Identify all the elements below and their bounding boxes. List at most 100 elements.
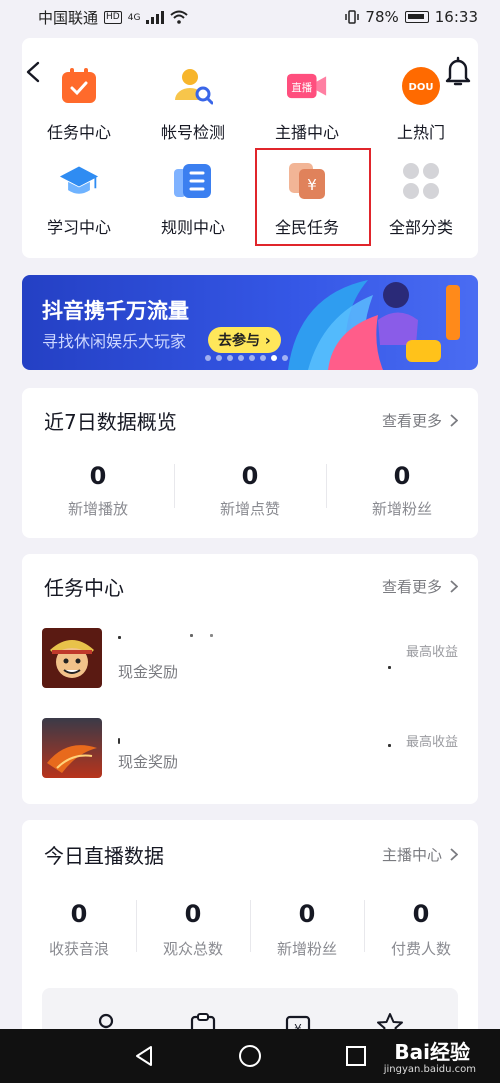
stat-new-fans: 0 新增粉丝 <box>326 462 478 519</box>
tool-label: 上热门 <box>396 123 445 142</box>
graduation-cap-icon <box>59 161 99 201</box>
carousel-dot <box>205 355 211 361</box>
account-check-icon <box>173 66 213 106</box>
task-max-earning: 最高收益 <box>405 645 458 660</box>
rules-doc-icon <box>173 161 213 201</box>
clock: 16:33 <box>434 8 478 26</box>
stat-label: 新增粉丝 <box>276 940 337 958</box>
stat-label: 观众总数 <box>162 940 223 958</box>
chevron-right-icon <box>450 848 458 861</box>
carrier-label: 中国联通 <box>38 8 99 27</box>
banner-join-button[interactable]: 去参与 › <box>208 327 281 353</box>
watermark-url: jingyan.baidu.com <box>383 1064 476 1075</box>
task-reward: 现金奖励 <box>118 753 179 771</box>
task-reward: 现金奖励 <box>118 663 179 681</box>
live-stat-new-fans: 0 新增粉丝 <box>250 900 364 959</box>
tool-anchor-center[interactable]: 直播 主播中心 <box>250 56 364 148</box>
hd-badge: HD <box>104 10 122 24</box>
banner-title: 抖音携千万流量 <box>42 299 189 323</box>
chevron-right-icon <box>450 414 458 427</box>
tool-all-categories[interactable]: 全部分类 <box>364 151 478 243</box>
tool-account-check[interactable]: 帐号检测 <box>136 56 250 148</box>
banner-illustration <box>288 280 460 370</box>
highlight-box <box>255 148 371 246</box>
redacted-mark <box>388 666 391 669</box>
dou-plus-icon: DOU <box>401 66 441 106</box>
live-data-title: 今日直播数据 <box>44 844 164 868</box>
stat-label: 新增点赞 <box>219 500 280 518</box>
svg-text:直播: 直播 <box>291 81 312 94</box>
redacted-mark <box>388 744 391 747</box>
more-label: 查看更多 <box>381 412 442 430</box>
stat-value: 0 <box>184 900 202 928</box>
tool-label: 学习中心 <box>46 218 111 237</box>
carousel-dot <box>282 355 288 361</box>
signal-icon <box>146 10 165 24</box>
nav-recents-icon[interactable] <box>344 1044 368 1068</box>
tool-task-center[interactable]: 任务中心 <box>22 56 136 148</box>
overview-title: 近7日数据概览 <box>44 410 177 434</box>
live-stat-sound-waves: 0 收获音浪 <box>22 900 136 959</box>
tools-card: 任务中心 帐号检测 直播 主播中心 DOU 上热门 学习中心 规则中心 ¥ 全民 <box>22 38 478 258</box>
watermark-logo: Bai经验 <box>394 1040 470 1064</box>
anchor-center-link[interactable]: 主播中心 <box>382 844 458 865</box>
nav-home-icon[interactable] <box>238 1044 262 1068</box>
tool-learning-center[interactable]: 学习中心 <box>22 151 136 243</box>
overview-more-link[interactable]: 查看更多 <box>382 410 458 431</box>
task-more-link[interactable]: 查看更多 <box>382 576 458 597</box>
carousel-dots <box>205 355 288 361</box>
stat-value: 0 <box>70 900 88 928</box>
stat-value: 0 <box>241 462 259 490</box>
carousel-dot <box>238 355 244 361</box>
task-center-card: 任务中心 查看更多 现金奖励 最高收益 现金奖励 最高收益 <box>22 554 478 804</box>
task-thumbnail <box>42 628 102 688</box>
task-calendar-icon <box>59 66 99 106</box>
status-bar: 中国联通 HD 4G 78% 16:33 <box>0 0 500 34</box>
stat-value: 0 <box>89 462 107 490</box>
battery-percent: 78% <box>365 8 399 26</box>
task-thumbnail <box>42 718 102 778</box>
task-item[interactable]: 现金奖励 最高收益 <box>42 718 458 780</box>
live-camera-icon: 直播 <box>287 66 327 106</box>
carousel-dot <box>227 355 233 361</box>
stat-value: 0 <box>412 900 430 928</box>
battery-icon <box>404 11 429 23</box>
redacted-mark <box>210 634 213 637</box>
tool-dou-plus[interactable]: DOU 上热门 <box>364 56 478 148</box>
carousel-dot <box>249 355 255 361</box>
tool-label: 规则中心 <box>160 218 225 237</box>
stat-label: 新增粉丝 <box>371 500 432 518</box>
redacted-mark <box>118 636 121 639</box>
task-item[interactable]: 现金奖励 最高收益 <box>42 628 458 690</box>
overview-card: 近7日数据概览 查看更多 0 新增播放 0 新增点赞 0 新增粉丝 <box>22 388 478 538</box>
stat-label: 收获音浪 <box>48 940 109 958</box>
redacted-mark <box>190 634 193 637</box>
stat-value: 0 <box>298 900 316 928</box>
promo-banner[interactable]: 抖音携千万流量 寻找休闲娱乐大玩家 去参与 › <box>22 275 478 370</box>
stat-new-likes: 0 新增点赞 <box>174 462 326 519</box>
wifi-icon <box>170 10 189 24</box>
stat-label: 付费人数 <box>390 940 451 958</box>
tool-label: 帐号检测 <box>160 123 225 142</box>
live-stat-payers: 0 付费人数 <box>364 900 478 959</box>
redacted-mark <box>118 738 120 744</box>
network-label: 4G <box>127 12 141 23</box>
tool-rules-center[interactable]: 规则中心 <box>136 151 250 243</box>
carousel-dot <box>260 355 266 361</box>
more-label: 查看更多 <box>381 578 442 596</box>
stat-label: 新增播放 <box>67 500 128 518</box>
task-max-earning: 最高收益 <box>405 735 458 750</box>
stat-value: 0 <box>393 462 411 490</box>
vibrate-icon <box>345 10 360 24</box>
chevron-right-icon <box>450 580 458 593</box>
tool-label: 任务中心 <box>46 123 111 142</box>
live-stat-viewers: 0 观众总数 <box>136 900 250 959</box>
more-label: 主播中心 <box>381 846 442 864</box>
carousel-dot-active <box>271 355 277 361</box>
task-center-title: 任务中心 <box>44 576 124 600</box>
nav-back-icon[interactable] <box>132 1044 156 1068</box>
carousel-dot <box>216 355 222 361</box>
svg-text:DOU: DOU <box>409 82 434 93</box>
banner-subtitle: 寻找休闲娱乐大玩家 <box>42 332 187 351</box>
grid-dots-icon <box>401 161 441 201</box>
